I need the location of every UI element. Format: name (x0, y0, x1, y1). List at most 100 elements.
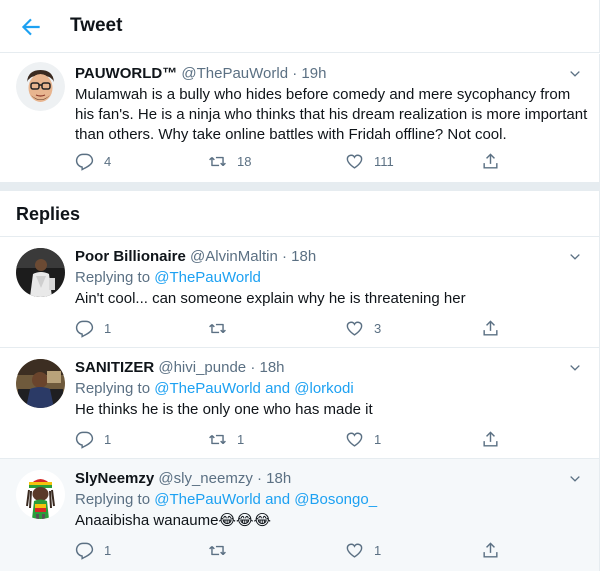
replying-prefix: Replying to (75, 491, 151, 508)
tweet-time[interactable]: 18h (266, 470, 291, 487)
retweet-icon (209, 323, 226, 333)
author-handle[interactable]: @AlvinMaltin (190, 248, 278, 265)
mention-first[interactable]: @ThePauWorld (154, 380, 261, 397)
reply-count: 1 (104, 542, 112, 558)
tweet-author-line: SANITIZER @hivi_punde · 18h (75, 359, 285, 376)
rasta-avatar-icon (16, 470, 65, 519)
retweet-button[interactable]: 1 (208, 429, 244, 449)
retweet-count: 1 (237, 431, 245, 447)
tweet-author-line: PAUWORLD™ @ThePauWorld · 19h (75, 65, 326, 82)
author-name[interactable]: PAUWORLD™ (75, 65, 177, 82)
dot-separator: · (281, 248, 287, 265)
mention-first[interactable]: @ThePauWorld (154, 491, 261, 508)
cartoon-avatar-icon (16, 62, 65, 111)
mention-link[interactable]: @ThePauWorld and @Bosongo_ (154, 491, 377, 508)
like-button[interactable]: 111 (345, 151, 394, 171)
replying-prefix: Replying to (75, 269, 151, 286)
heart-icon (346, 432, 363, 447)
mention-link[interactable]: @ThePauWorld (154, 269, 261, 286)
share-icon (483, 430, 498, 447)
reply-count: 1 (104, 431, 112, 447)
mention-second[interactable]: @Bosongo_ (294, 491, 377, 508)
retweet-button[interactable] (208, 318, 237, 338)
tweet-time[interactable]: 19h (301, 65, 326, 82)
retweet-button[interactable] (208, 540, 237, 560)
tweet-time[interactable]: 18h (259, 359, 284, 376)
reply-button[interactable]: 1 (75, 429, 111, 449)
tweet-author-line: Poor Billionaire @AlvinMaltin · 18h (75, 248, 316, 265)
retweet-button[interactable]: 18 (208, 151, 251, 171)
author-name[interactable]: SlyNeemzy (75, 470, 154, 487)
reply-button[interactable]: 1 (75, 540, 111, 560)
like-button[interactable]: 1 (345, 429, 381, 449)
avatar[interactable] (16, 359, 65, 408)
share-button[interactable] (481, 151, 500, 171)
page-header: Tweet (0, 0, 600, 53)
tweet-text: He thinks he is the only one who has mad… (75, 401, 373, 418)
like-button[interactable]: 1 (345, 540, 381, 560)
page-title: Tweet (70, 15, 123, 36)
tweet-actions: 1 3 (75, 318, 505, 338)
author-handle[interactable]: @sly_neemzy (158, 470, 252, 487)
like-count: 3 (374, 320, 382, 336)
avatar[interactable] (16, 248, 65, 297)
author-handle[interactable]: @hivi_punde (158, 359, 246, 376)
photo-avatar-icon (16, 248, 65, 297)
reply-count: 1 (104, 320, 112, 336)
reply-button[interactable]: 1 (75, 318, 111, 338)
section-divider (0, 182, 600, 191)
like-count: 1 (374, 542, 382, 558)
retweet-icon (209, 434, 226, 444)
mention-and: and (265, 491, 291, 508)
reply-icon (75, 153, 94, 171)
like-button[interactable]: 3 (345, 318, 381, 338)
dot-separator: · (250, 359, 256, 376)
heart-icon (346, 321, 363, 336)
replying-prefix: Replying to (75, 380, 151, 397)
share-button[interactable] (481, 540, 500, 560)
reply-count: 4 (104, 153, 112, 169)
main-tweet[interactable]: PAUWORLD™ @ThePauWorld · 19h Mulamwah is… (0, 54, 600, 182)
like-count: 1 (374, 431, 382, 447)
reply-tweet[interactable]: SANITIZER @hivi_punde · 18h Replying to … (0, 348, 600, 459)
tweet-actions: 1 1 (75, 540, 505, 560)
tweet-author-line: SlyNeemzy @sly_neemzy · 18h (75, 470, 291, 487)
tweet-text: Ain't cool... can someone explain why he… (75, 290, 466, 307)
reply-icon (75, 320, 94, 338)
share-button[interactable] (481, 318, 500, 338)
chevron-down-icon[interactable] (567, 360, 583, 376)
back-arrow-icon[interactable] (18, 14, 44, 40)
mention-and: and (265, 380, 291, 397)
dot-separator: · (292, 65, 298, 82)
share-icon (483, 319, 498, 336)
share-icon (483, 152, 498, 169)
reply-button[interactable]: 4 (75, 151, 111, 171)
reply-tweet[interactable]: Poor Billionaire @AlvinMaltin · 18h Repl… (0, 237, 600, 348)
tweet-time[interactable]: 18h (291, 248, 316, 265)
avatar[interactable] (16, 62, 65, 111)
mention-second[interactable]: @lorkodi (294, 380, 353, 397)
replies-header: Replies (0, 191, 600, 237)
tweet-text: Mulamwah is a bully who hides before com… (75, 86, 588, 143)
replying-to-line: Replying to @ThePauWorld and @lorkodi (75, 380, 354, 397)
share-icon (483, 541, 498, 558)
replying-to-line: Replying to @ThePauWorld (75, 269, 261, 286)
share-button[interactable] (481, 429, 500, 449)
retweet-count: 18 (237, 153, 252, 169)
chevron-down-icon[interactable] (567, 249, 583, 265)
chevron-down-icon[interactable] (567, 66, 583, 82)
author-name[interactable]: SANITIZER (75, 359, 154, 376)
retweet-icon (209, 545, 226, 555)
tweet-text: Anaaibisha wanaume😂😂😂 (75, 512, 272, 529)
heart-icon (346, 154, 363, 169)
tweet-actions: 1 1 1 (75, 429, 505, 449)
reply-tweet[interactable]: SlyNeemzy @sly_neemzy · 18h Replying to … (0, 459, 600, 571)
author-handle[interactable]: @ThePauWorld (181, 65, 288, 82)
dot-separator: · (257, 470, 262, 487)
chevron-down-icon[interactable] (567, 471, 583, 487)
avatar[interactable] (16, 470, 65, 519)
photo-avatar-icon (16, 359, 65, 408)
author-name[interactable]: Poor Billionaire (75, 248, 186, 265)
tweet-actions: 4 18 111 (75, 151, 505, 171)
mention-link[interactable]: @ThePauWorld and @lorkodi (154, 380, 353, 397)
